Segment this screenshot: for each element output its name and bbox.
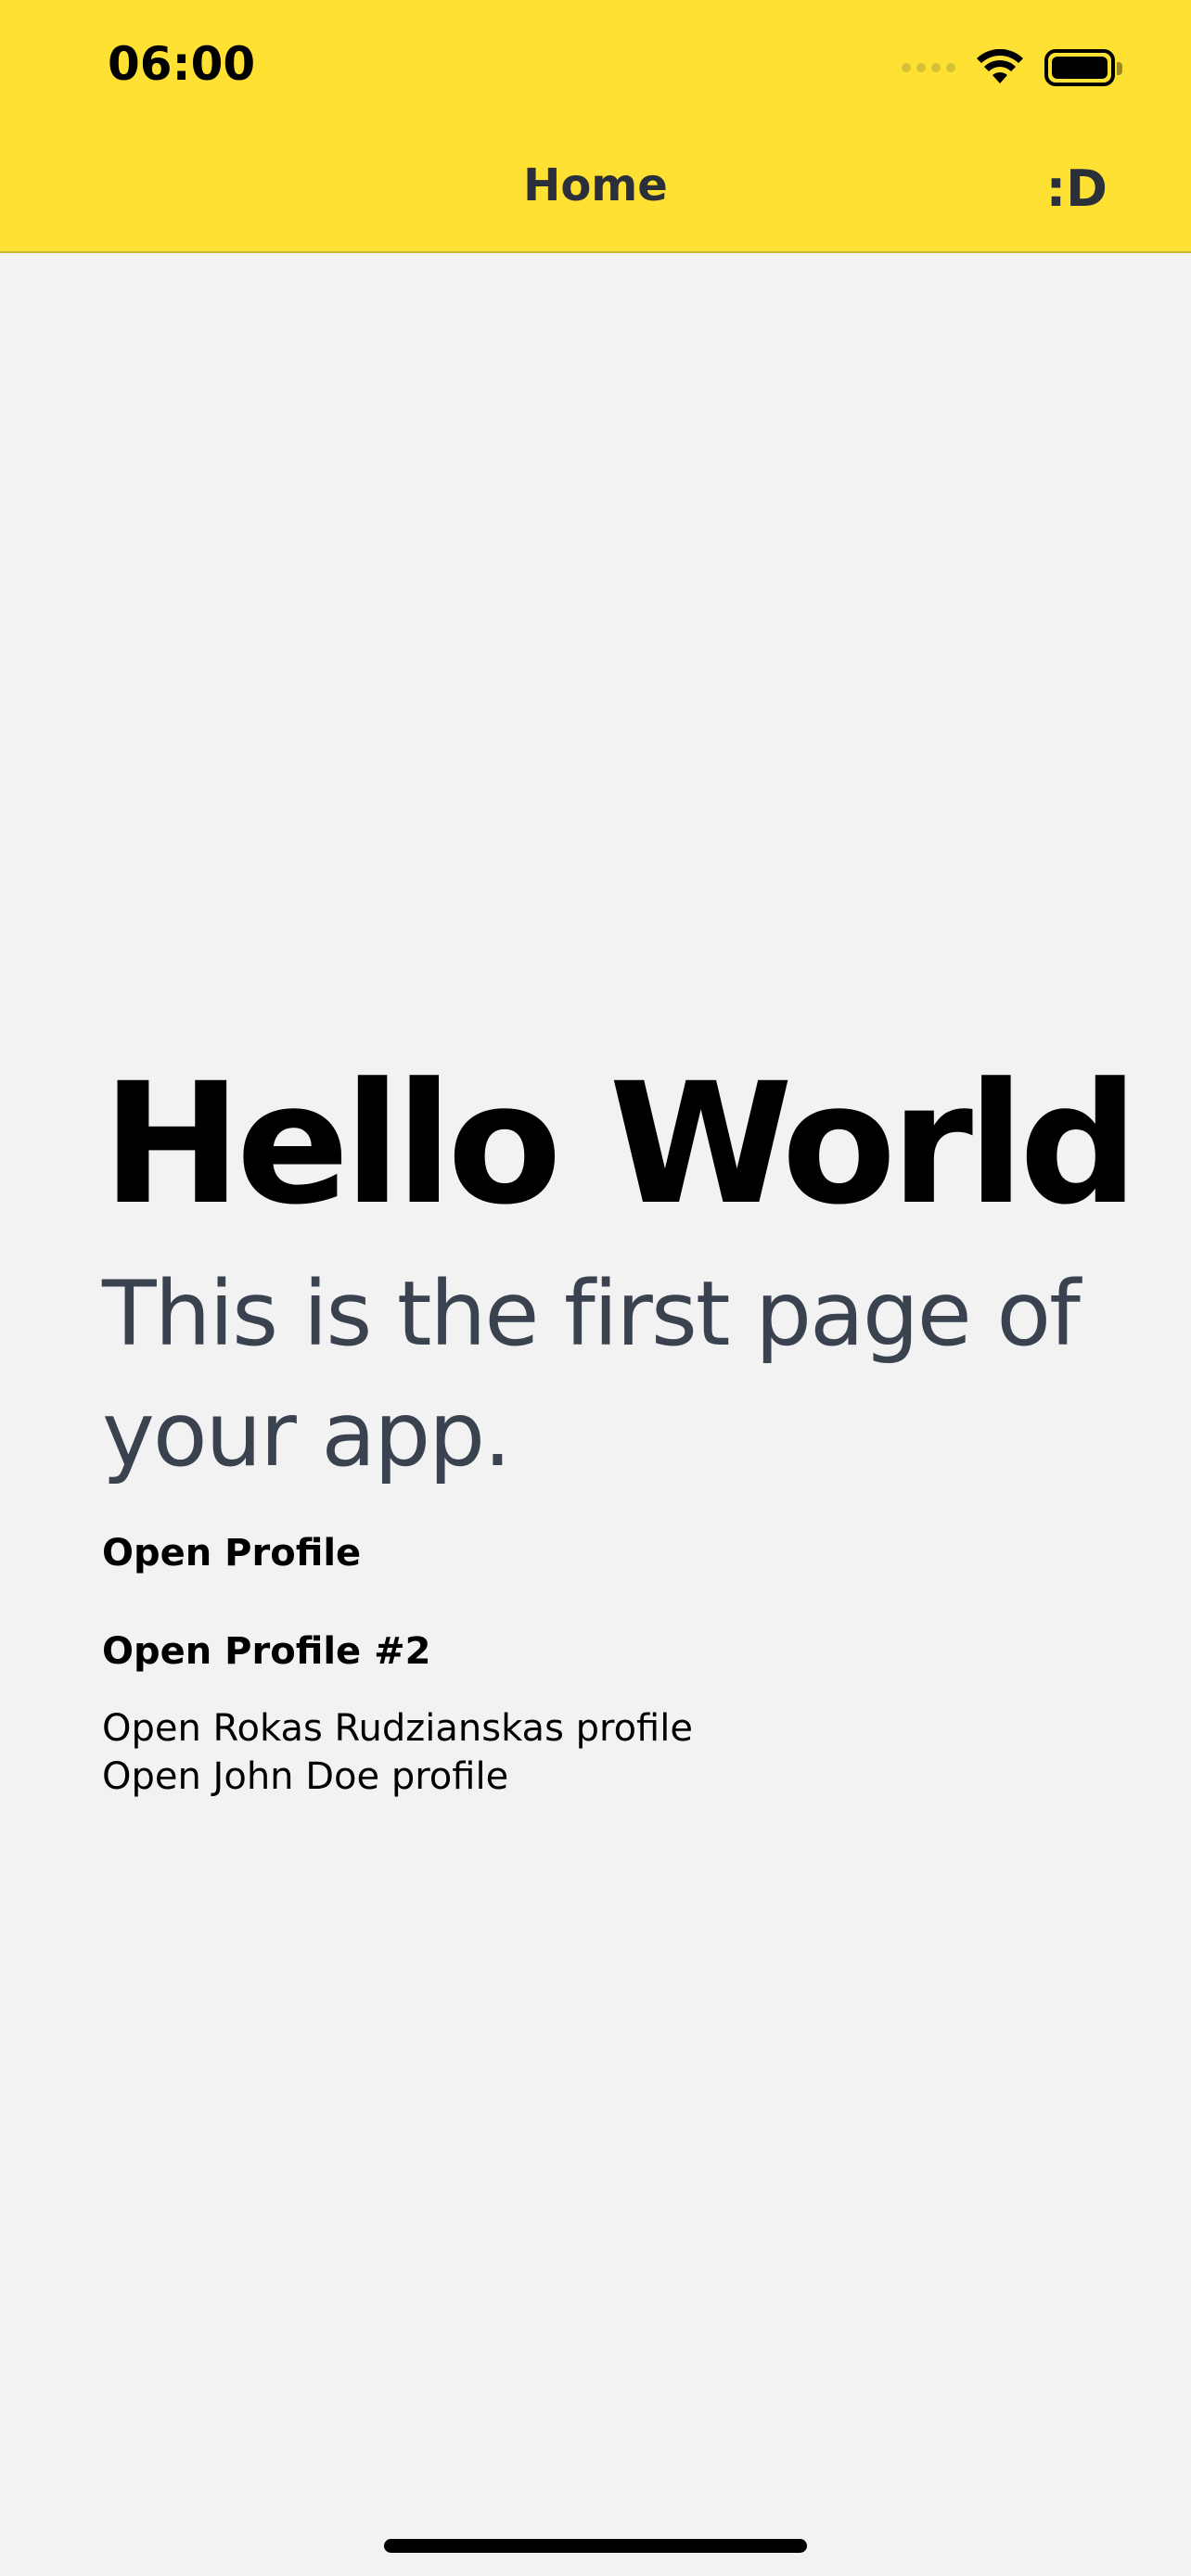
open-profile-2-link[interactable]: Open Profile #2	[102, 1630, 1141, 1673]
open-profile-link[interactable]: Open Profile	[102, 1532, 1141, 1575]
app-screen: 06:00 Home :D Hello World This is the fi…	[0, 0, 1191, 2576]
nav-title: Home	[523, 159, 668, 211]
nav-action-button[interactable]: :D	[1046, 159, 1108, 218]
home-indicator[interactable]	[384, 2539, 807, 2553]
status-icons	[902, 45, 1122, 91]
cellular-signal-icon	[902, 63, 955, 72]
battery-icon	[1044, 49, 1122, 86]
app-header: 06:00 Home :D	[0, 0, 1191, 253]
main-content: Hello World This is the first page of yo…	[102, 1057, 1141, 1801]
wifi-icon	[977, 49, 1023, 83]
open-john-profile-link[interactable]: Open John Doe profile	[102, 1753, 1141, 1801]
status-time: 06:00	[108, 37, 256, 91]
page-subtitle: This is the first page of your app.	[102, 1262, 1081, 1486]
page-title: Hello World	[102, 1048, 1139, 1242]
open-rokas-profile-link[interactable]: Open Rokas Rudzianskas profile	[102, 1704, 1141, 1753]
